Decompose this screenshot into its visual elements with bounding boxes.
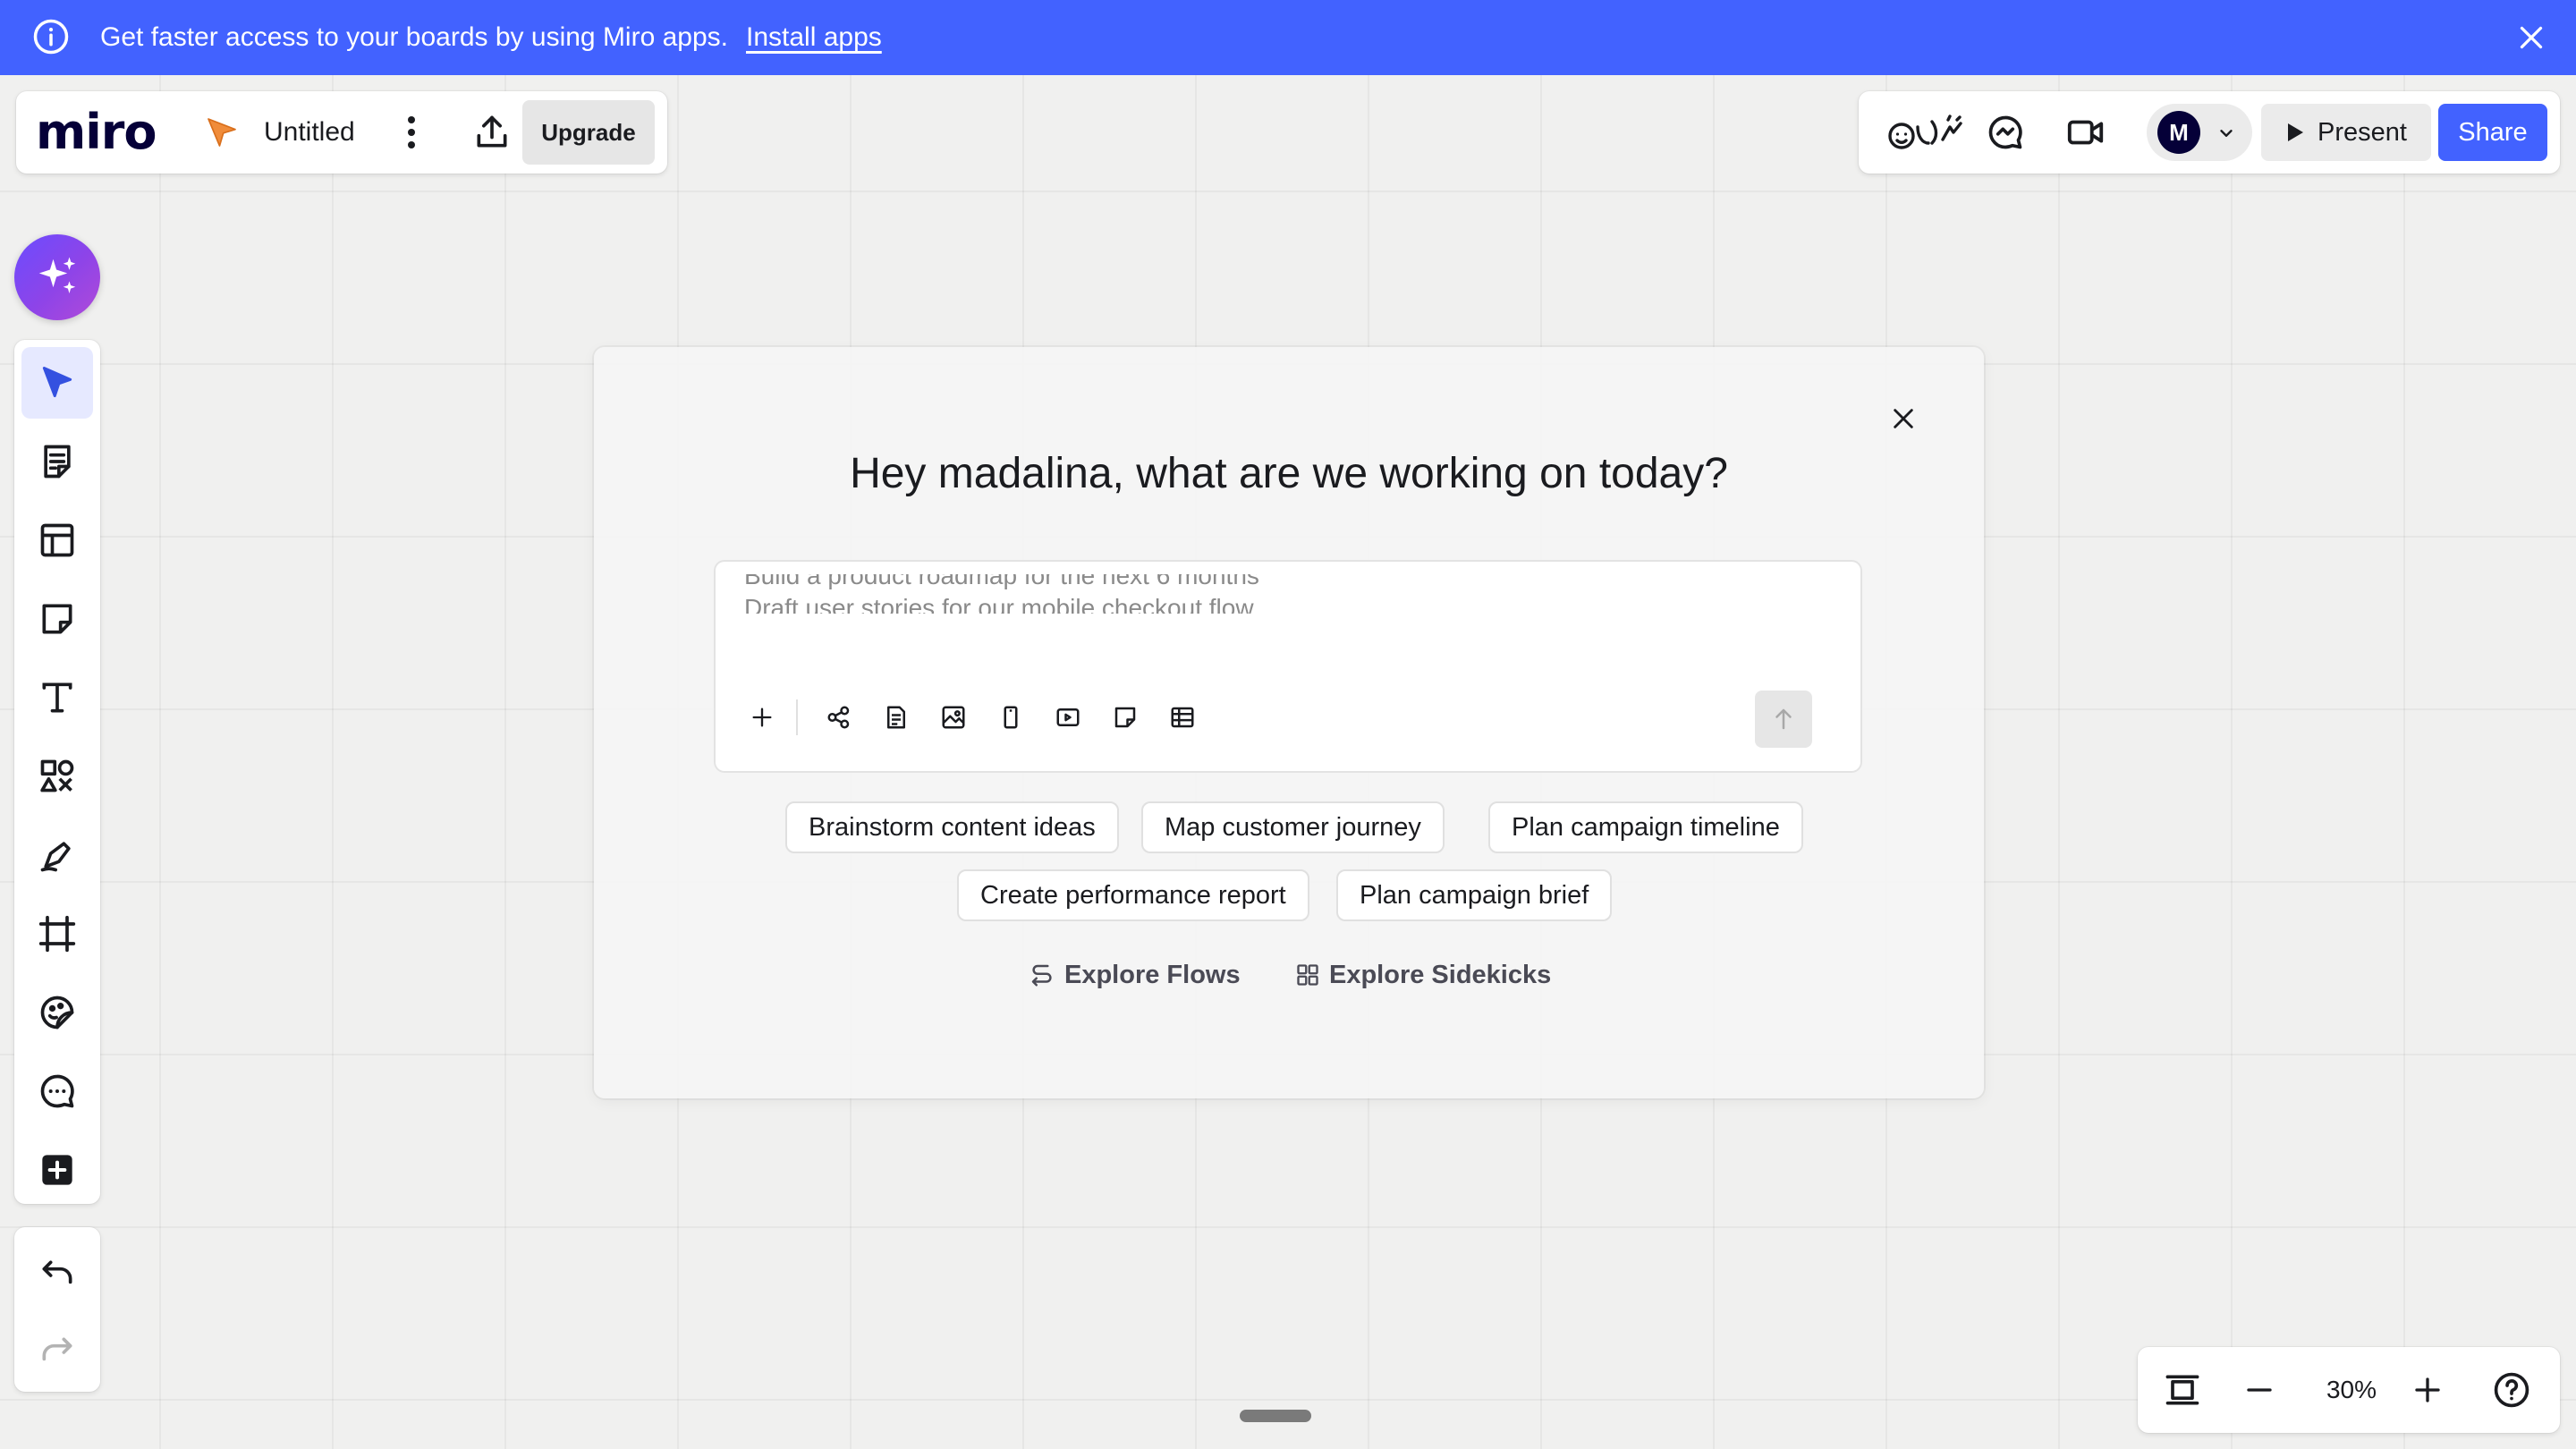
sticky-note-icon[interactable] xyxy=(1104,696,1147,739)
sticky-note-icon xyxy=(38,599,77,639)
bottom-panel-handle[interactable] xyxy=(1240,1410,1311,1422)
collaboration-panel: M Present Share xyxy=(1859,91,2560,174)
board-title[interactable]: Untitled xyxy=(264,114,355,150)
reactions-icon[interactable] xyxy=(1885,109,1964,156)
explore-sidekicks-label: Explore Sidekicks xyxy=(1329,960,1552,989)
more-apps-tool[interactable] xyxy=(21,1134,93,1206)
help-icon[interactable] xyxy=(2490,1368,2533,1411)
collaborators-menu[interactable]: M xyxy=(2147,104,2252,161)
install-apps-banner: Get faster access to your boards by usin… xyxy=(0,0,2576,75)
flows-icon xyxy=(1029,962,1055,988)
document-icon[interactable] xyxy=(875,696,918,739)
add-attachment-icon[interactable] xyxy=(741,696,784,739)
image-icon[interactable] xyxy=(932,696,975,739)
table-icon[interactable] xyxy=(1161,696,1204,739)
zoom-in-icon[interactable] xyxy=(2406,1368,2449,1411)
fit-to-screen-icon[interactable] xyxy=(2161,1368,2204,1411)
plus-square-icon xyxy=(39,1152,75,1188)
avatar: M xyxy=(2157,111,2200,154)
frame-icon xyxy=(38,914,77,953)
undo-icon xyxy=(38,1256,77,1295)
prompt-placeholder: Build a product roadmap for the next 6 m… xyxy=(744,574,1728,614)
redo-button[interactable] xyxy=(21,1317,93,1388)
prompt-example-2: Draft user stories for our mobile checko… xyxy=(744,594,1254,614)
slides-icon[interactable] xyxy=(1046,696,1089,739)
miro-logo[interactable]: miro xyxy=(36,104,157,161)
stickers-tool[interactable] xyxy=(21,977,93,1048)
creation-toolbar xyxy=(14,340,100,1204)
text-icon xyxy=(38,678,77,717)
video-call-icon[interactable] xyxy=(2063,109,2109,156)
diagram-icon[interactable] xyxy=(818,696,860,739)
grid-icon xyxy=(1295,962,1320,987)
board-header-panel: miro Untitled Upgrade xyxy=(16,91,667,174)
shapes-tool[interactable] xyxy=(21,741,93,812)
toolbar-divider xyxy=(796,699,798,735)
zoom-panel: 30% xyxy=(2138,1347,2560,1433)
export-icon[interactable] xyxy=(470,111,513,154)
explore-flows-label: Explore Flows xyxy=(1064,960,1241,989)
present-label: Present xyxy=(2318,117,2407,147)
suggestion-chip[interactable]: Plan campaign timeline xyxy=(1488,801,1803,853)
sticky-note-tool[interactable] xyxy=(21,583,93,655)
comment-tool[interactable] xyxy=(21,1055,93,1127)
shapes-icon xyxy=(38,757,77,796)
suggestion-chip[interactable]: Create performance report xyxy=(957,869,1309,921)
explore-flows-link[interactable]: Explore Flows xyxy=(1029,955,1241,995)
suggestion-chip[interactable]: Map customer journey xyxy=(1141,801,1445,853)
comment-icon xyxy=(38,1072,77,1111)
chevron-down-icon xyxy=(2216,123,2236,143)
upgrade-button[interactable]: Upgrade xyxy=(522,100,655,165)
mobile-prototype-icon[interactable] xyxy=(989,696,1032,739)
layouts-tool[interactable] xyxy=(21,504,93,576)
suggestion-chip[interactable]: Plan campaign brief xyxy=(1336,869,1613,921)
chat-icon[interactable] xyxy=(1982,109,2029,156)
close-banner-icon[interactable] xyxy=(2515,21,2547,54)
cursor-icon xyxy=(38,363,77,402)
templates-tool[interactable] xyxy=(21,426,93,497)
install-apps-link[interactable]: Install apps xyxy=(746,20,882,55)
select-tool[interactable] xyxy=(21,347,93,419)
close-dialog-icon[interactable] xyxy=(1882,397,1925,440)
ai-prompt-dialog: Hey madalina, what are we working on tod… xyxy=(594,347,1984,1098)
present-button[interactable]: Present xyxy=(2261,104,2431,161)
pen-tool[interactable] xyxy=(21,819,93,891)
frame-tool[interactable] xyxy=(21,898,93,970)
templates-icon xyxy=(38,442,77,481)
dialog-title: Hey madalina, what are we working on tod… xyxy=(850,450,1728,497)
arrow-up-icon xyxy=(1770,706,1797,733)
prompt-example-1: Build a product roadmap for the next 6 m… xyxy=(744,574,1259,589)
play-icon xyxy=(2285,122,2305,143)
undo-button[interactable] xyxy=(21,1240,93,1311)
pen-icon xyxy=(38,835,77,875)
info-icon xyxy=(32,18,70,55)
layout-icon xyxy=(38,521,77,560)
sticker-icon xyxy=(38,993,77,1032)
more-options-icon[interactable] xyxy=(392,113,431,152)
redo-icon xyxy=(38,1333,77,1372)
share-button[interactable]: Share xyxy=(2438,104,2547,161)
zoom-out-icon[interactable] xyxy=(2238,1368,2281,1411)
history-panel xyxy=(14,1227,100,1392)
board-cursor-icon xyxy=(204,114,240,150)
suggestion-chip[interactable]: Brainstorm content ideas xyxy=(785,801,1119,853)
ai-assistant-button[interactable] xyxy=(14,234,100,320)
sparkle-icon xyxy=(33,253,81,301)
banner-message: Get faster access to your boards by usin… xyxy=(100,22,728,52)
zoom-level[interactable]: 30% xyxy=(2317,1372,2386,1408)
send-prompt-button[interactable] xyxy=(1755,691,1812,748)
text-tool[interactable] xyxy=(21,662,93,733)
explore-sidekicks-link[interactable]: Explore Sidekicks xyxy=(1295,955,1551,995)
prompt-input[interactable]: Build a product roadmap for the next 6 m… xyxy=(716,562,1860,771)
